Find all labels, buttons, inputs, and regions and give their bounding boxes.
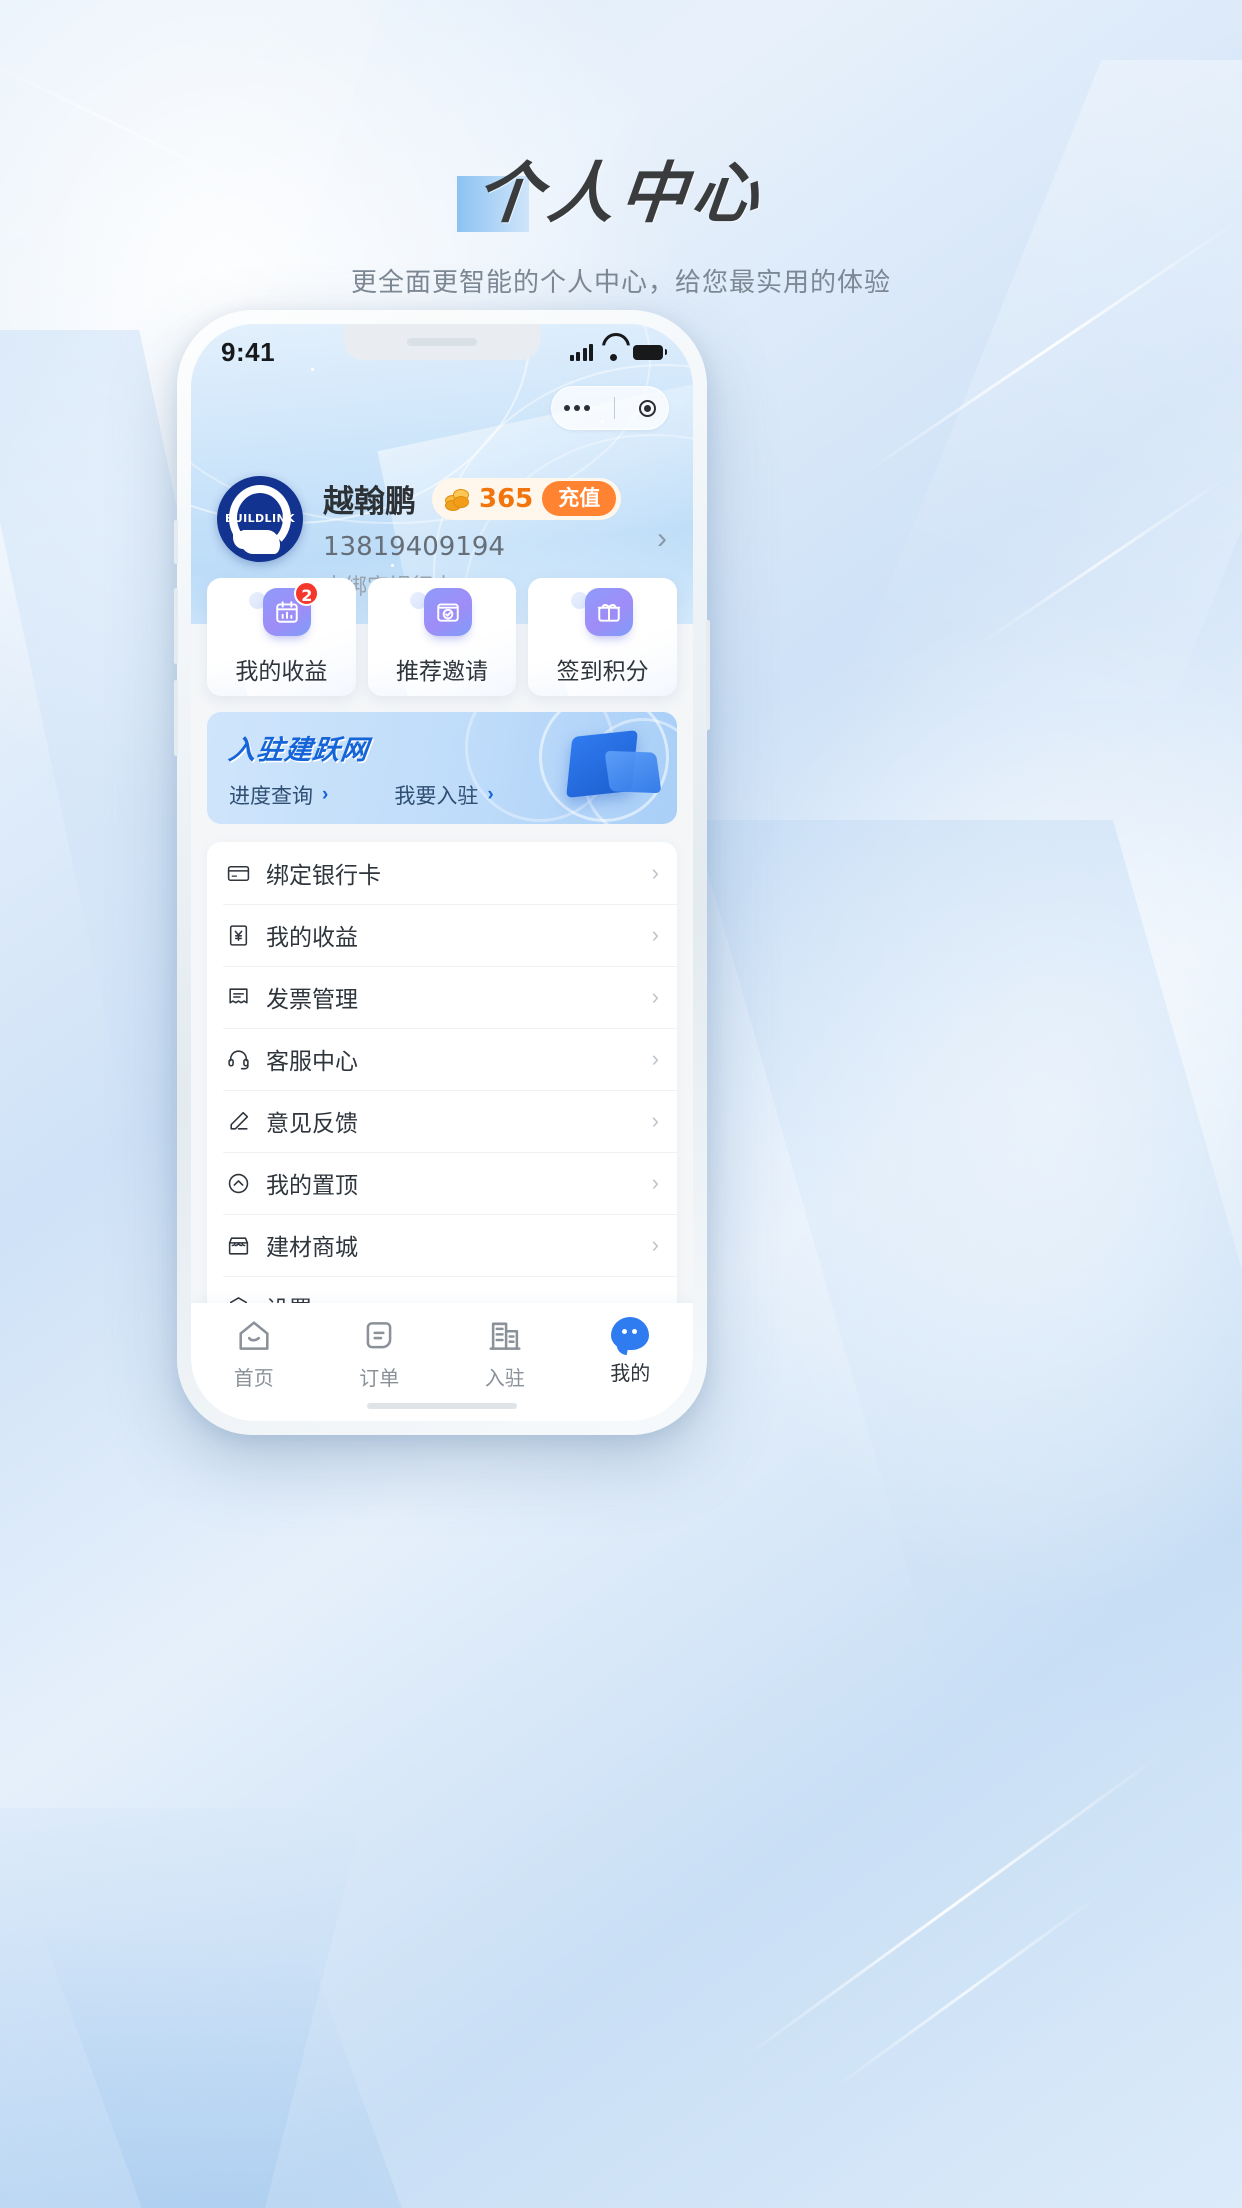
- credit-card-icon: [223, 858, 253, 888]
- bg-light-streak: [740, 1752, 1164, 2061]
- quick-card-checkin-points[interactable]: 签到积分: [528, 578, 678, 696]
- profile-blob-icon: [611, 1317, 650, 1356]
- quick-card-label: 我的收益: [235, 658, 328, 684]
- coin-balance-pill[interactable]: 365 充值: [432, 477, 622, 520]
- menu-item-label: 客服中心: [266, 1048, 358, 1074]
- menu-item-label: 绑定银行卡: [266, 862, 381, 888]
- capsule-divider: [614, 397, 615, 419]
- quick-card-my-earnings[interactable]: 2 我的收益: [207, 578, 356, 696]
- recharge-button[interactable]: 充值: [542, 481, 617, 516]
- menu-item-customer-service[interactable]: 客服中心 ›: [207, 1028, 677, 1090]
- menu-item-label: 我的收益: [266, 924, 358, 950]
- title-wrapper: 个人中心: [457, 140, 768, 236]
- quick-card-icon-wrap: [410, 588, 474, 644]
- phone-button-power: [706, 620, 710, 730]
- quick-card-badge: 2: [294, 581, 320, 606]
- quick-card-label: 签到积分: [556, 658, 649, 684]
- promo-link-label: 进度查询: [229, 785, 313, 808]
- coin-value: 365: [479, 483, 534, 514]
- phone-button-volume-up: [174, 588, 178, 664]
- wifi-icon: [602, 344, 624, 361]
- home-smile-icon: [239, 1321, 269, 1350]
- earpiece-speaker: [407, 338, 477, 346]
- receipt-icon: [223, 982, 253, 1012]
- tab-join[interactable]: 入驻: [442, 1317, 568, 1391]
- phone-mockup: BUILDLINK 越翰鹏 365 充值 13819409194 未绑定银行卡: [174, 310, 710, 1435]
- tab-home[interactable]: 首页: [191, 1317, 317, 1391]
- chevron-right-icon: ›: [651, 922, 659, 947]
- page-title: 个人中心: [472, 155, 769, 232]
- 3d-cube-art: [465, 712, 677, 824]
- quick-actions: 2 我的收益 推荐邀请 签到积分: [207, 578, 678, 696]
- user-name: 越翰鹏: [323, 484, 416, 519]
- menu-item-label: 发票管理: [266, 986, 358, 1012]
- chevron-right-icon: ›: [651, 1108, 659, 1133]
- page-header: 个人中心 更全面更智能的个人中心，给您最实用的体验: [0, 140, 1242, 299]
- promo-title: 入驻建跃网: [226, 735, 371, 765]
- tab-profile[interactable]: 我的: [568, 1317, 694, 1386]
- coins-icon: [444, 487, 470, 511]
- handshake-icon: [240, 530, 280, 554]
- menu-item-feedback[interactable]: 意见反馈 ›: [207, 1090, 677, 1152]
- bg-light-streak: [832, 1893, 1102, 2090]
- avatar[interactable]: BUILDLINK: [217, 476, 303, 562]
- menu-item-bind-bank-card[interactable]: 绑定银行卡 ›: [207, 842, 677, 904]
- target-circle-icon[interactable]: [639, 399, 656, 417]
- chevron-right-icon: ›: [651, 860, 659, 885]
- user-phone: 13819409194: [323, 532, 505, 562]
- avatar-brand-text: BUILDLINK: [225, 511, 295, 525]
- chevron-right-icon: ›: [322, 784, 329, 805]
- page-subtitle: 更全面更智能的个人中心，给您最实用的体验: [350, 267, 891, 297]
- chevron-up-circle-icon: [223, 1168, 253, 1198]
- signal-bars-icon: [569, 343, 593, 361]
- menu-item-invoice-management[interactable]: 发票管理 ›: [207, 966, 677, 1028]
- quick-card-icon-wrap: 2: [249, 581, 320, 644]
- headset-icon: [223, 1044, 253, 1074]
- gift-checkin-icon: [584, 588, 633, 636]
- menu-item-my-pinned[interactable]: 我的置顶 ›: [207, 1152, 677, 1214]
- invite-check-icon: [424, 588, 472, 636]
- chevron-right-icon: ›: [651, 1232, 659, 1257]
- quick-card-referral-invite[interactable]: 推荐邀请: [367, 578, 517, 696]
- menu-item-materials-mall[interactable]: 建材商城 ›: [207, 1214, 677, 1276]
- phone-button-mute: [174, 520, 178, 564]
- phone-notch: [344, 324, 540, 360]
- quick-card-label: 推荐邀请: [396, 658, 488, 684]
- more-dots-icon[interactable]: [564, 405, 590, 411]
- order-doc-icon: [366, 1322, 392, 1349]
- status-indicators: [569, 343, 667, 361]
- tab-label: 首页: [233, 1368, 274, 1390]
- miniprogram-capsule[interactable]: [551, 386, 669, 430]
- profile-name-row: 越翰鹏 365 充值: [323, 476, 649, 521]
- home-indicator: [367, 1403, 517, 1409]
- status-time: 9:41: [221, 336, 276, 367]
- profile-chevron-icon[interactable]: ›: [657, 522, 667, 556]
- store-icon: [223, 1230, 253, 1260]
- quick-card-icon-wrap: [570, 588, 635, 644]
- phone-screen: BUILDLINK 越翰鹏 365 充值 13819409194 未绑定银行卡: [191, 324, 693, 1421]
- tab-label: 我的: [610, 1363, 651, 1385]
- tab-label: 入驻: [484, 1368, 525, 1390]
- menu-item-my-earnings[interactable]: 我的收益 ›: [207, 904, 677, 966]
- chevron-right-icon: ›: [651, 1170, 659, 1195]
- menu-item-label: 建材商城: [266, 1234, 358, 1260]
- chevron-right-icon: ›: [651, 984, 659, 1009]
- pencil-edit-icon: [223, 1106, 253, 1136]
- promo-banner-join[interactable]: 入驻建跃网 进度查询 › 我要入驻 ›: [207, 712, 677, 824]
- building-icon: [489, 1322, 521, 1350]
- phone-button-volume-down: [174, 680, 178, 756]
- menu-item-label: 意见反馈: [266, 1110, 358, 1136]
- app-viewport: BUILDLINK 越翰鹏 365 充值 13819409194 未绑定银行卡: [191, 324, 693, 1421]
- yuan-box-icon: [223, 920, 253, 950]
- chevron-right-icon: ›: [651, 1046, 659, 1071]
- promo-cube: [604, 750, 662, 794]
- battery-icon: [633, 344, 667, 360]
- tab-orders[interactable]: 订单: [317, 1317, 443, 1391]
- tab-label: 订单: [359, 1368, 400, 1390]
- promo-link-progress-query[interactable]: 进度查询 ›: [229, 780, 328, 810]
- promo-link-label: 我要入驻: [394, 785, 479, 808]
- menu-item-label: 我的置顶: [266, 1172, 358, 1198]
